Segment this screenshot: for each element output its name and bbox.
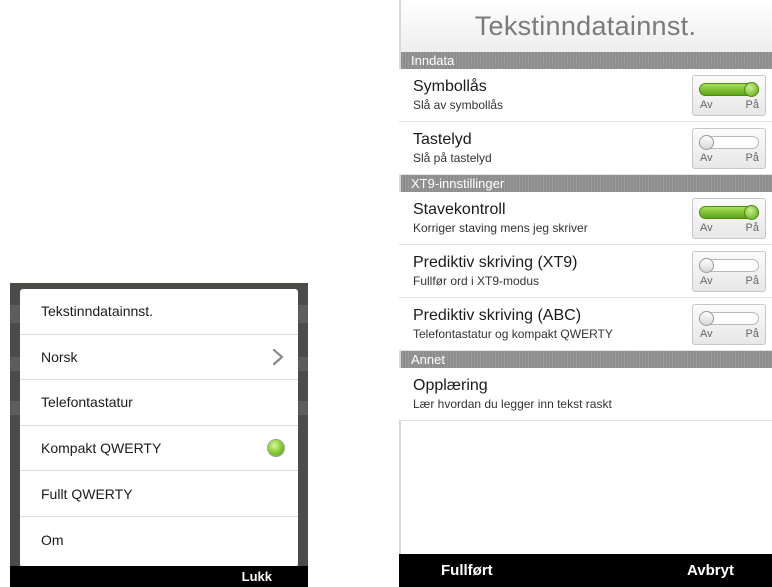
softkey-bar: Lukk [10,566,308,587]
menu-item-label: Fullt QWERTY [41,485,133,502]
setting-row-predictive-abc[interactable]: Prediktiv skriving (ABC) Telefontastatur… [399,298,772,351]
toggle-on-label: På [745,328,759,340]
toggle-off-label: Av [700,222,713,234]
setting-subtitle: Fullfør ord i XT9-modus [413,274,540,288]
setting-row-symbol-lock[interactable]: Symbollås Slå av symbollås Av På [399,69,772,122]
menu-item-full-qwerty[interactable]: Fullt QWERTY [20,471,298,517]
menu-item-settings[interactable]: Tekstinndatainnst. [20,289,298,335]
toggle-on-label: På [745,99,759,111]
setting-title: Opplæring [413,377,488,394]
toggle-knob [699,258,714,273]
menu-item-phone-keypad[interactable]: Telefontastatur [20,380,298,426]
done-button[interactable]: Fullført [441,562,493,579]
setting-title: Symbollås [413,78,487,95]
toggle-knob [699,135,714,150]
setting-subtitle: Lær hvordan du legger inn tekst raskt [413,397,612,411]
section-header-other: Annet [399,351,772,368]
toggle-off-label: Av [700,99,713,111]
setting-subtitle: Korriger staving mens jeg skriver [413,221,588,235]
setting-title: Stavekontroll [413,201,506,218]
toggle-on-label: På [745,152,759,164]
menu-item-label: Kompakt QWERTY [41,440,162,457]
toggle-track [699,311,759,326]
toggle-knob [699,311,714,326]
setting-row-spell-check[interactable]: Stavekontroll Korriger staving mens jeg … [399,192,772,245]
toggle-knob [744,82,759,97]
chevron-right-icon [272,348,284,365]
right-phone-screen: Tekstinndatainnst. Inndata Symbollås Slå… [399,0,772,587]
page-title: Tekstinndatainnst. [474,10,697,41]
toggle-off-label: Av [700,152,713,164]
menu-item-compact-qwerty[interactable]: Kompakt QWERTY [20,426,298,472]
toggle-track [699,135,759,150]
left-phone-screen: Tekstinndatainnst. Norsk Telefontastatur… [10,283,308,587]
setting-title: Prediktiv skriving (XT9) [413,254,578,271]
setting-title: Tastelyd [413,131,472,148]
toggle-on-label: På [745,275,759,287]
section-header-input: Inndata [399,52,772,69]
menu-item-language[interactable]: Norsk [20,335,298,381]
setting-title: Prediktiv skriving (ABC) [413,307,582,324]
toggle-track [699,82,759,97]
toggle-on-label: På [745,222,759,234]
setting-subtitle: Slå på tastelyd [413,151,492,165]
menu-item-label: Tekstinndatainnst. [41,303,154,320]
menu-item-about[interactable]: Om [20,517,298,563]
menu-item-label: Norsk [41,348,78,365]
radio-selected-icon [268,439,284,456]
title-bar: Tekstinndatainnst. [399,0,772,52]
setting-subtitle: Telefontastatur og kompakt QWERTY [413,327,613,341]
setting-row-predictive-xt9[interactable]: Prediktiv skriving (XT9) Fullfør ord i X… [399,245,772,298]
toggle-key-sound[interactable]: Av På [692,128,766,169]
menu-item-label: Telefontastatur [41,394,133,411]
setting-subtitle: Slå av symbollås [413,98,504,112]
toggle-predictive-xt9[interactable]: Av På [692,251,766,292]
cancel-button[interactable]: Avbryt [687,562,734,579]
toggle-track [699,258,759,273]
toggle-off-label: Av [700,328,713,340]
section-header-xt9: XT9-innstillinger [399,175,772,192]
setting-row-key-sound[interactable]: Tastelyd Slå på tastelyd Av På [399,122,772,175]
setting-row-tutorial[interactable]: Opplæring Lær hvordan du legger inn teks… [399,368,772,421]
toggle-off-label: Av [700,275,713,287]
toggle-spell-check[interactable]: Av På [692,198,766,239]
toggle-knob [744,205,759,220]
toggle-track [699,205,759,220]
softkey-bar: Fullført Avbryt [399,554,772,587]
input-options-menu: Tekstinndatainnst. Norsk Telefontastatur… [20,289,298,567]
toggle-symbol-lock[interactable]: Av På [692,75,766,116]
toggle-predictive-abc[interactable]: Av På [692,304,766,345]
menu-item-label: Om [41,531,64,548]
close-button[interactable]: Lukk [242,569,272,584]
